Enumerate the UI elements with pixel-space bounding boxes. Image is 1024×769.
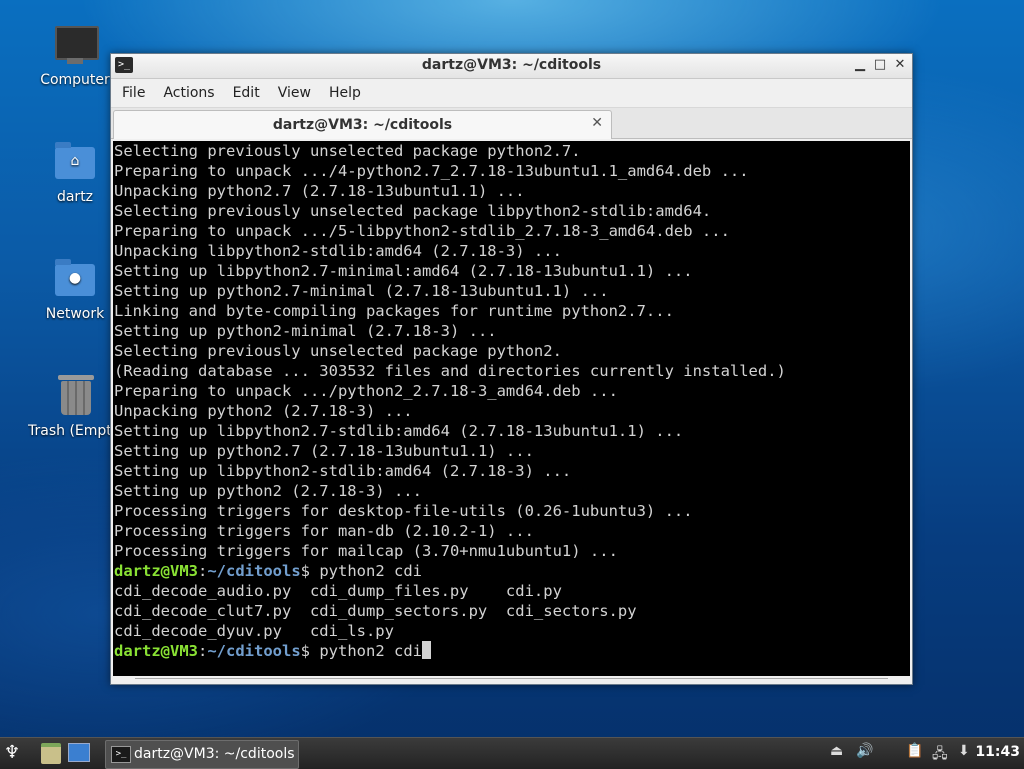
terminal-line: Preparing to unpack .../python2_2.7.18-3… — [114, 382, 618, 400]
prompt-separator: : — [198, 562, 208, 580]
terminal-window[interactable]: >_ dartz@VM3: ~/cditools ▁ □ ✕ File Acti… — [110, 53, 913, 685]
prompt-line: dartz@VM3:~/cditools$ python2 cdi — [113, 561, 910, 581]
completion-item: cdi_decode_clut7.py — [114, 602, 292, 620]
terminal-line: Preparing to unpack .../5-libpython2-std… — [114, 222, 730, 240]
terminal-line: Processing triggers for man-db (2.10.2-1… — [114, 522, 534, 540]
tab-bar: dartz@VM3: ~/cditools ✕ — [111, 108, 912, 139]
tab-close-icon[interactable]: ✕ — [591, 115, 603, 131]
volume-icon[interactable]: 🔊 — [856, 743, 873, 759]
terminal-line: Unpacking libpython2-stdlib:amd64 (2.7.1… — [114, 242, 562, 260]
command-input[interactable]: python2 cdi — [310, 642, 422, 660]
window-title: dartz@VM3: ~/cditools — [421, 57, 602, 73]
show-desktop-icon[interactable] — [68, 743, 90, 763]
terminal-line: Linking and byte-compiling packages for … — [114, 302, 674, 320]
menubar: File Actions Edit View Help — [111, 79, 912, 108]
start-menu-icon[interactable]: ♆ — [4, 743, 26, 763]
terminal-line: Setting up libpython2.7-stdlib:amd64 (2.… — [114, 422, 684, 440]
terminal-icon: >_ — [111, 746, 131, 763]
scrollbar[interactable] — [135, 678, 888, 683]
menu-view[interactable]: View — [269, 79, 320, 107]
terminal-line: Setting up python2-minimal (2.7.18-3) ..… — [114, 322, 497, 340]
completion-row: cdi_decode_audio.py cdi_dump_files.py cdi.… — [113, 581, 910, 601]
close-button[interactable]: ✕ — [892, 57, 908, 73]
prompt-path: ~/cditools — [207, 642, 301, 660]
completion-row: cdi_decode_dyuv.py cdi_ls.py — [113, 621, 910, 641]
text-cursor — [422, 641, 431, 659]
completion-item: cdi_dump_sectors.py — [309, 602, 488, 620]
completion-item: cdi_dump_files.py — [309, 582, 469, 600]
terminal-line: Selecting previously unselected package … — [114, 142, 581, 160]
completion-item: cdi_decode_audio.py — [114, 582, 292, 600]
terminal-line: Selecting previously unselected package … — [114, 202, 712, 220]
menu-file[interactable]: File — [113, 79, 154, 107]
terminal-line: Setting up libpython2.7-minimal:amd64 (2… — [114, 262, 693, 280]
completion-item: cdi_sectors.py — [505, 602, 637, 620]
completion-item: cdi.py — [505, 582, 562, 600]
terminal-line: Processing triggers for desktop-file-uti… — [114, 502, 693, 520]
prompt-symbol: $ — [300, 562, 311, 580]
menu-help[interactable]: Help — [320, 79, 370, 107]
prompt-user: dartz@VM3 — [114, 562, 198, 580]
tab-terminal[interactable]: dartz@VM3: ~/cditools ✕ — [113, 110, 612, 139]
menu-edit[interactable]: Edit — [224, 79, 269, 107]
file-manager-icon[interactable] — [41, 743, 63, 764]
prompt-separator: : — [198, 642, 208, 660]
trash-icon — [54, 373, 98, 417]
terminal-line: Unpacking python2.7 (2.7.18-13ubuntu1.1)… — [114, 182, 525, 200]
terminal-line: Setting up python2.7 (2.7.18-13ubuntu1.1… — [114, 442, 534, 460]
prompt-user: dartz@VM3 — [114, 642, 198, 660]
prompt-symbol: $ — [300, 642, 311, 660]
maximize-button[interactable]: □ — [872, 57, 888, 73]
taskbar-terminal-button[interactable]: >_ dartz@VM3: ~/cditools — [105, 740, 299, 769]
completion-item: cdi_ls.py — [309, 622, 394, 640]
desktop-icon-trash[interactable]: Trash (Empt — [20, 373, 118, 439]
eject-icon[interactable]: ⏏ — [830, 743, 843, 759]
terminal-line: Preparing to unpack .../4-python2.7_2.7.… — [114, 162, 749, 180]
terminal-line: Setting up python2 (2.7.18-3) ... — [114, 482, 422, 500]
taskbar: ♆ >_ dartz@VM3: ~/cditools ⏏ 🔊 📋 🖧 ⬇ 11:… — [0, 737, 1024, 769]
desktop-icon-label: Trash (Empt — [28, 423, 112, 439]
terminal-line: Unpacking python2 (2.7.18-3) ... — [114, 402, 413, 420]
minimize-button[interactable]: ▁ — [852, 57, 868, 73]
clock[interactable]: 11:43 — [975, 744, 1020, 760]
network-folder-icon: ● — [53, 256, 97, 300]
terminal-line: Selecting previously unselected package … — [114, 342, 562, 360]
completion-item: cdi_decode_dyuv.py — [114, 622, 282, 640]
window-titlebar[interactable]: >_ dartz@VM3: ~/cditools ▁ □ ✕ — [111, 54, 912, 79]
updates-icon[interactable]: ⬇ — [958, 743, 970, 759]
terminal-line: Setting up libpython2-stdlib:amd64 (2.7.… — [114, 462, 572, 480]
completion-row: cdi_decode_clut7.py cdi_dump_sectors.py cd… — [113, 601, 910, 621]
terminal-output[interactable]: Selecting previously unselected package … — [113, 141, 910, 676]
computer-icon — [53, 22, 99, 66]
home-folder-icon: ⌂ — [53, 139, 97, 183]
taskbar-terminal-label: dartz@VM3: ~/cditools — [134, 746, 295, 762]
tab-label: dartz@VM3: ~/cditools — [272, 117, 453, 133]
prompt-line-current: dartz@VM3:~/cditools$ python2 cdi — [113, 641, 910, 661]
terminal-line: Setting up python2.7-minimal (2.7.18-13u… — [114, 282, 609, 300]
prompt-path: ~/cditools — [207, 562, 301, 580]
terminal-line: Processing triggers for mailcap (3.70+nm… — [114, 542, 618, 560]
network-icon[interactable]: 🖧 — [932, 743, 948, 767]
command-text: python2 cdi — [310, 562, 422, 580]
terminal-line: (Reading database ... 303532 files and d… — [114, 362, 786, 380]
menu-actions[interactable]: Actions — [154, 79, 223, 107]
clipboard-icon[interactable]: 📋 — [906, 743, 923, 759]
